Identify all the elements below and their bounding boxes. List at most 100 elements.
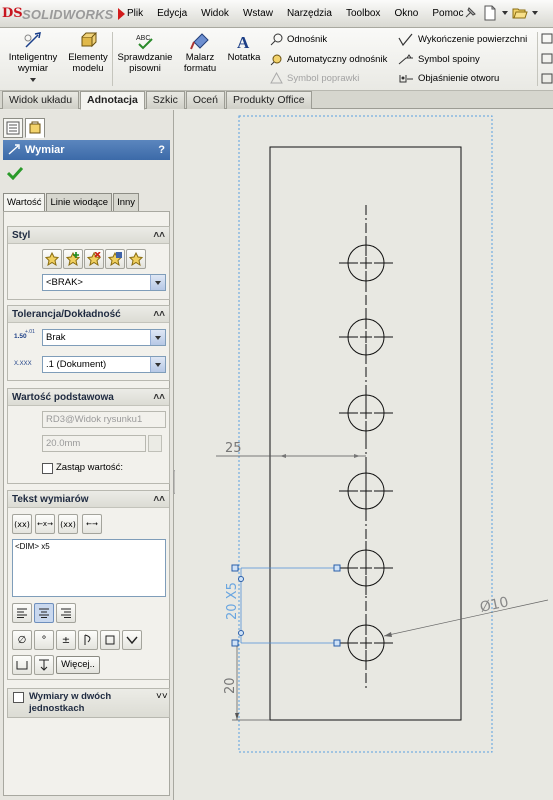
center-dimension-button[interactable]: ←x→ xyxy=(35,514,55,534)
expand-chevron-icon[interactable]: ˅˅ xyxy=(156,691,168,702)
selection-handle[interactable] xyxy=(333,564,341,572)
style-group: Styl ˄˄ <BRAK> xyxy=(7,226,170,300)
note-button[interactable]: A Notatka xyxy=(224,32,264,63)
dimension-text-group-header[interactable]: Tekst wymiarów ˄˄ xyxy=(8,491,169,508)
diameter-dimension-text[interactable]: Ø10 xyxy=(479,594,511,616)
open-folder-icon[interactable] xyxy=(512,5,528,21)
tab-sketch[interactable]: Szkic xyxy=(145,91,185,109)
degree-symbol-button[interactable]: ° xyxy=(34,630,54,650)
horizontal-dimension-text[interactable]: 25 xyxy=(225,441,242,456)
counterbore-symbol-button[interactable] xyxy=(12,655,32,675)
selection-handle[interactable] xyxy=(333,639,341,647)
dual-dimension-header[interactable]: Wymiary w dwóch jednostkach ˅˅ xyxy=(8,689,169,717)
pin-icon[interactable] xyxy=(462,5,478,21)
style-select[interactable]: <BRAK> xyxy=(42,274,166,291)
menu-edit[interactable]: Edycja xyxy=(150,0,194,28)
more-symbols-button[interactable] xyxy=(122,630,142,650)
dimension-text-area[interactable]: <DIM> x5 xyxy=(12,539,166,597)
parentheses-button[interactable]: (xx) xyxy=(12,514,32,534)
tab-value[interactable]: Wartość xyxy=(3,193,46,212)
tab-office-products[interactable]: Produkty Office xyxy=(226,91,312,109)
command-manager: Inteligentny wymiar Elementy modelu ABC … xyxy=(0,28,553,91)
menu-toolbox[interactable]: Toolbox xyxy=(339,0,387,28)
dimension-arrow xyxy=(235,713,239,720)
collapse-chevron-icon[interactable]: ˄˄ xyxy=(153,230,165,241)
collapse-chevron-icon[interactable]: ˄˄ xyxy=(153,494,165,505)
override-value-checkbox[interactable] xyxy=(42,463,53,474)
plus-minus-symbol-button[interactable]: ± xyxy=(56,630,76,650)
new-document-icon[interactable] xyxy=(482,5,498,21)
diameter-leader-line[interactable] xyxy=(383,599,549,637)
menu-view[interactable]: Widok xyxy=(194,0,236,28)
style-select-value: <BRAK> xyxy=(46,277,83,288)
vertical-dimension-text[interactable]: 20 xyxy=(223,677,238,694)
precision-icon-text: X.XXX xyxy=(14,361,32,367)
chevron-down-icon[interactable] xyxy=(502,11,508,15)
feature-tree-tab[interactable] xyxy=(3,118,23,138)
selection-handle[interactable] xyxy=(238,576,244,582)
overflow-tools-icon[interactable] xyxy=(541,32,553,86)
collapse-chevron-icon[interactable]: ˄˄ xyxy=(153,392,165,403)
load-style-button[interactable] xyxy=(126,249,146,269)
balloon-button[interactable]: Odnośnik xyxy=(270,30,327,48)
menu-window[interactable]: Okno xyxy=(387,0,425,28)
smart-dimension-button[interactable]: Inteligentny wymiar xyxy=(4,32,62,85)
style-group-header[interactable]: Styl ˄˄ xyxy=(8,227,169,244)
primary-value-group-header[interactable]: Wartość podstawowa ˄˄ xyxy=(8,389,169,406)
balloon-icon xyxy=(270,33,283,45)
align-center-button[interactable] xyxy=(34,603,54,623)
add-style-button[interactable] xyxy=(63,249,83,269)
more-button[interactable]: Więcej.. xyxy=(56,656,100,674)
weld-symbol-button[interactable]: Symbol spoiny xyxy=(398,50,480,68)
align-left-button[interactable] xyxy=(12,603,32,623)
tab-view-layout[interactable]: Widok układu xyxy=(2,91,80,109)
square-symbol-icon xyxy=(105,635,115,645)
tab-leaders[interactable]: Linie wiodące xyxy=(46,193,113,211)
diameter-symbol-button[interactable]: ∅ xyxy=(12,630,32,650)
collapse-chevron-icon[interactable]: ˄˄ xyxy=(153,309,165,320)
tab-annotation[interactable]: Adnotacja xyxy=(80,91,145,110)
selection-handle[interactable] xyxy=(231,564,239,572)
tab-evaluate[interactable]: Oceń xyxy=(185,91,225,109)
offset-text-button[interactable]: ←→ xyxy=(82,514,102,534)
dual-dimension-checkbox[interactable] xyxy=(13,692,24,703)
menu-insert[interactable]: Wstaw xyxy=(236,0,280,28)
spell-check-button[interactable]: ABC Sprawdzanie pisowni xyxy=(114,32,176,74)
drawing-area[interactable]: 25 20 X5 20 Ø10 xyxy=(175,110,553,800)
tolerance-type-select[interactable]: Brak xyxy=(42,329,166,346)
selection-handle[interactable] xyxy=(231,639,239,647)
hole-center-mark xyxy=(339,616,393,670)
centerline-symbol-button[interactable] xyxy=(78,630,98,650)
property-manager-tab[interactable] xyxy=(25,118,45,138)
chevron-down-icon[interactable] xyxy=(532,11,538,15)
solidworks-logo[interactable]: DS SOLIDWORKS xyxy=(2,4,125,24)
inspection-dimension-button[interactable]: (xx) xyxy=(58,514,78,534)
chevron-down-icon[interactable] xyxy=(150,357,165,372)
pattern-dimension-text[interactable]: 20 X5 xyxy=(225,582,240,620)
chevron-down-icon xyxy=(126,636,138,645)
menu-tools[interactable]: Narzędzia xyxy=(280,0,339,28)
primary-value-group-title: Wartość podstawowa xyxy=(12,391,114,403)
save-style-button[interactable] xyxy=(105,249,125,269)
menu-file[interactable]: Plik xyxy=(120,0,150,28)
model-items-button[interactable]: Elementy modelu xyxy=(64,32,112,74)
chevron-down-icon[interactable] xyxy=(150,275,165,290)
delete-style-button[interactable] xyxy=(84,249,104,269)
tab-other[interactable]: Inny xyxy=(113,193,140,211)
depth-symbol-button[interactable] xyxy=(34,655,54,675)
chevron-down-icon[interactable] xyxy=(30,78,36,82)
precision-select[interactable]: .1 (Dokument) xyxy=(42,356,166,373)
hole-callout-button[interactable]: Objaśnienie otworu xyxy=(398,69,499,87)
chevron-down-icon[interactable] xyxy=(150,330,165,345)
selection-handle[interactable] xyxy=(238,630,244,636)
ok-checkmark-icon[interactable] xyxy=(7,166,23,180)
square-symbol-button[interactable] xyxy=(100,630,120,650)
help-button[interactable]: ? xyxy=(158,144,165,156)
align-right-button[interactable] xyxy=(56,603,76,623)
format-painter-button[interactable]: Malarz formatu xyxy=(178,32,222,74)
surface-finish-button[interactable]: Wykończenie powierzchni xyxy=(398,30,527,48)
tolerance-group-header[interactable]: Tolerancja/Dokładność ˄˄ xyxy=(8,306,169,323)
apply-style-button[interactable] xyxy=(42,249,62,269)
depth-symbol-icon xyxy=(39,659,49,671)
auto-balloon-button[interactable]: Automatyczny odnośnik xyxy=(270,50,387,68)
